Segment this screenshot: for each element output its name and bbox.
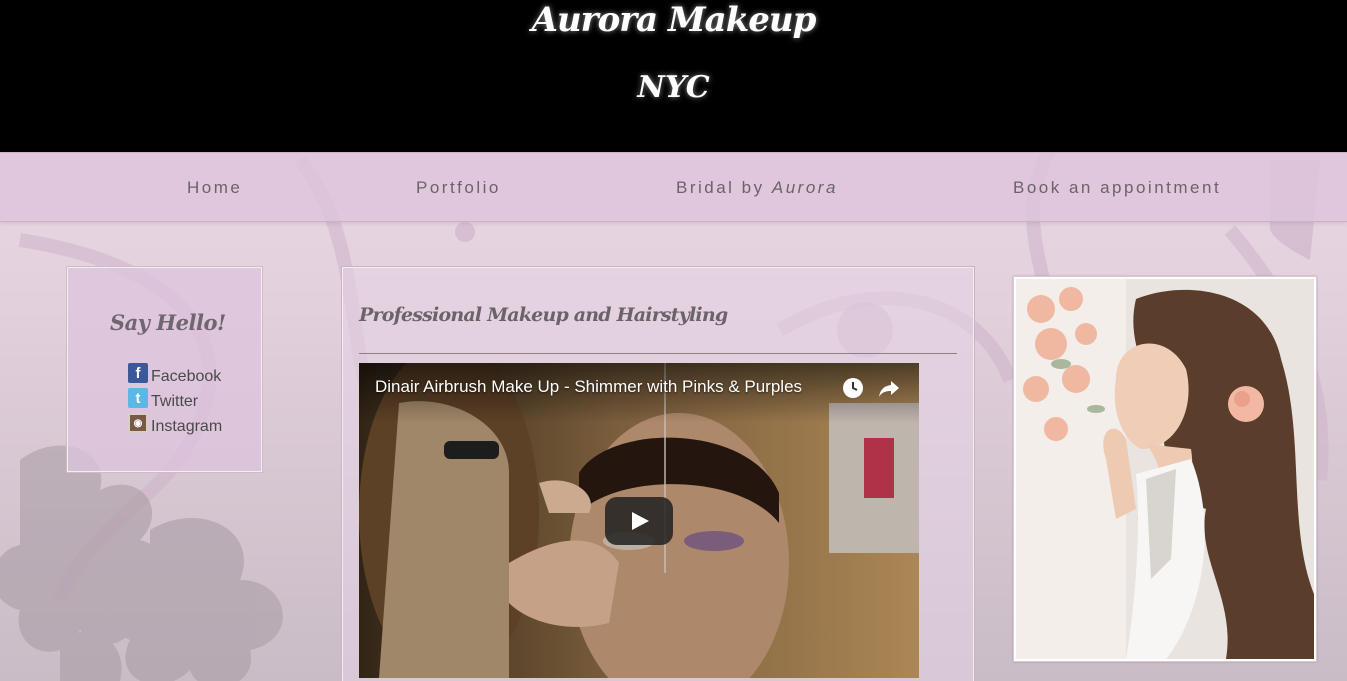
- video-player[interactable]: Dinair Airbrush Make Up - Shimmer with P…: [359, 363, 919, 678]
- featured-photo-frame: [1013, 276, 1317, 662]
- nav-item-bridal-emphasis: Aurora: [771, 178, 838, 197]
- site-header: Aurora Makeup NYC: [0, 0, 1347, 152]
- watch-later-icon[interactable]: [841, 376, 865, 400]
- site-subtitle: NYC: [637, 70, 710, 105]
- facebook-link[interactable]: f Facebook: [128, 361, 222, 386]
- share-icon[interactable]: [877, 376, 901, 400]
- main-nav: Home Portfolio Bridal by Aurora Book an …: [0, 152, 1347, 222]
- social-heading: Say Hello!: [110, 310, 226, 335]
- nav-item-book-appointment[interactable]: Book an appointment: [1013, 178, 1221, 198]
- nav-item-bridal[interactable]: Bridal by Aurora: [676, 178, 838, 198]
- site-title[interactable]: Aurora Makeup: [0, 0, 1347, 40]
- play-icon: [632, 512, 649, 530]
- twitter-label: Twitter: [151, 393, 199, 410]
- featured-photo: [1016, 279, 1314, 659]
- social-box: Say Hello! f Facebook t Twitter ◉ Instag…: [67, 267, 262, 472]
- nav-item-home[interactable]: Home: [187, 178, 242, 198]
- nav-item-portfolio[interactable]: Portfolio: [416, 178, 501, 198]
- video-title[interactable]: Dinair Airbrush Make Up - Shimmer with P…: [375, 377, 802, 397]
- nav-item-bridal-prefix: Bridal by: [676, 178, 772, 197]
- instagram-icon: ◉: [128, 413, 148, 433]
- instagram-label: Instagram: [151, 418, 223, 435]
- twitter-link[interactable]: t Twitter: [128, 386, 222, 411]
- twitter-icon: t: [128, 388, 148, 408]
- facebook-icon: f: [128, 363, 148, 383]
- content-divider: [359, 353, 957, 354]
- instagram-link[interactable]: ◉ Instagram: [128, 411, 222, 436]
- content-panel: Professional Makeup and Hairstyling Dina…: [342, 267, 974, 681]
- facebook-label: Facebook: [151, 368, 222, 385]
- social-list: f Facebook t Twitter ◉ Instagram: [128, 361, 222, 436]
- play-button[interactable]: [605, 497, 673, 545]
- content-heading: Professional Makeup and Hairstyling: [359, 304, 728, 326]
